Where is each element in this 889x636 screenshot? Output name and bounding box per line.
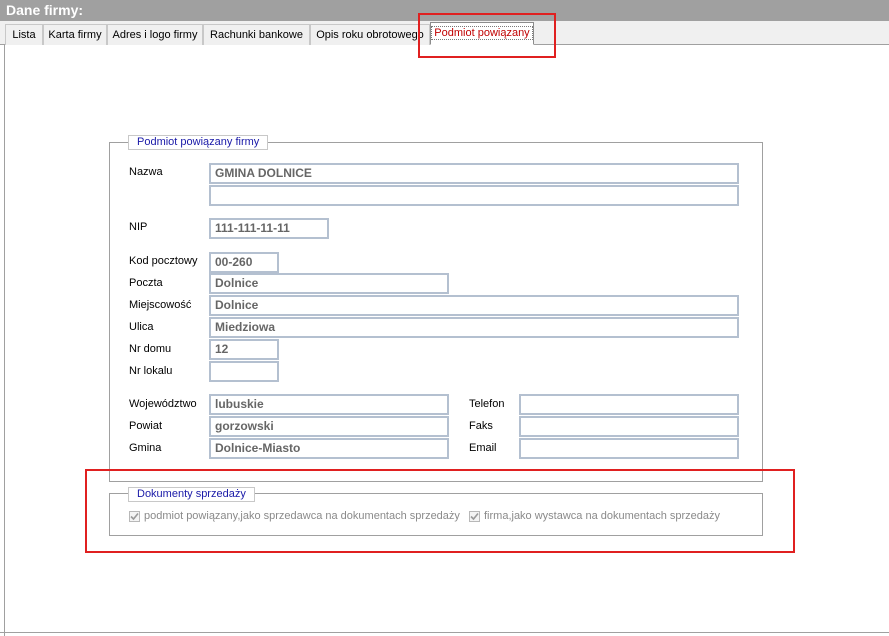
faks-field[interactable] [519, 416, 739, 437]
content-border-left [4, 45, 5, 636]
nip-label: NIP [129, 221, 148, 233]
kod-pocztowy-field[interactable]: 00-260 [209, 252, 279, 273]
tab-opis-roku-obrotowego[interactable]: Opis roku obrotowego [310, 24, 430, 45]
tab-rachunki-bankowe[interactable]: Rachunki bankowe [203, 24, 310, 45]
nr-lokalu-field[interactable] [209, 361, 279, 382]
tab-podmiot-powiazany[interactable]: Podmiot powiązany [430, 22, 534, 45]
tab-lista[interactable]: Lista [5, 24, 43, 45]
faks-label: Faks [469, 420, 493, 432]
telefon-field[interactable] [519, 394, 739, 415]
powiat-field[interactable]: gorzowski [209, 416, 449, 437]
checkbox-podmiot-sprzedawca[interactable]: podmiot powiązany,jako sprzedawca na dok… [129, 510, 460, 522]
ulica-field[interactable]: Miedziowa [209, 317, 739, 338]
nr-domu-field[interactable]: 12 [209, 339, 279, 360]
email-label: Email [469, 442, 497, 454]
gmina-label: Gmina [129, 442, 162, 454]
gmina-field[interactable]: Dolnice-Miasto [209, 438, 449, 459]
wojewodztwo-label: Województwo [129, 398, 197, 410]
tab-podmiot-powiazany-label: Podmiot powiązany [431, 26, 533, 40]
miejscowosc-field[interactable]: Dolnice [209, 295, 739, 316]
ulica-label: Ulica [129, 321, 154, 333]
tab-rachunki-bankowe-label: Rachunki bankowe [210, 29, 303, 41]
dokumenty-legend: Dokumenty sprzedaży [128, 487, 255, 502]
kod-pocztowy-label: Kod pocztowy [129, 255, 198, 267]
miejscowosc-label: Miejscowość [129, 299, 192, 311]
tab-adres-i-logo[interactable]: Adres i logo firmy [107, 24, 203, 45]
nazwa-field[interactable]: GMINA DOLNICE [209, 163, 739, 184]
nazwa-label: Nazwa [129, 166, 163, 178]
poczta-field[interactable]: Dolnice [209, 273, 449, 294]
tab-karta-firmy[interactable]: Karta firmy [43, 24, 107, 45]
nr-domu-label: Nr domu [129, 343, 172, 355]
content-border-bottom [0, 632, 889, 633]
tab-strip: Lista Karta firmy Adres i logo firmy Rac… [0, 21, 889, 45]
checkbox-checked-icon [469, 510, 480, 522]
poczta-label: Poczta [129, 277, 163, 289]
email-field[interactable] [519, 438, 739, 459]
powiat-label: Powiat [129, 420, 163, 432]
checkbox-checked-icon [129, 510, 140, 522]
tab-adres-i-logo-label: Adres i logo firmy [112, 29, 198, 41]
nip-field[interactable]: 111-111-11-11 [209, 218, 329, 239]
nazwa-field-line2[interactable] [209, 185, 739, 206]
checkbox-firma-wystawca[interactable]: firma,jako wystawca na dokumentach sprze… [469, 510, 720, 522]
checkbox-podmiot-sprzedawca-label: podmiot powiązany,jako sprzedawca na dok… [144, 510, 460, 522]
window-title: Dane firmy: [0, 0, 889, 21]
tab-lista-label: Lista [12, 29, 36, 41]
tab-karta-firmy-label: Karta firmy [48, 29, 102, 41]
podmiot-legend: Podmiot powiązany firmy [128, 135, 269, 150]
nr-lokalu-label: Nr lokalu [129, 365, 173, 377]
telefon-label: Telefon [469, 398, 505, 410]
wojewodztwo-field[interactable]: lubuskie [209, 394, 449, 415]
checkbox-firma-wystawca-label: firma,jako wystawca na dokumentach sprze… [484, 510, 720, 522]
tab-opis-roku-label: Opis roku obrotowego [316, 29, 424, 41]
